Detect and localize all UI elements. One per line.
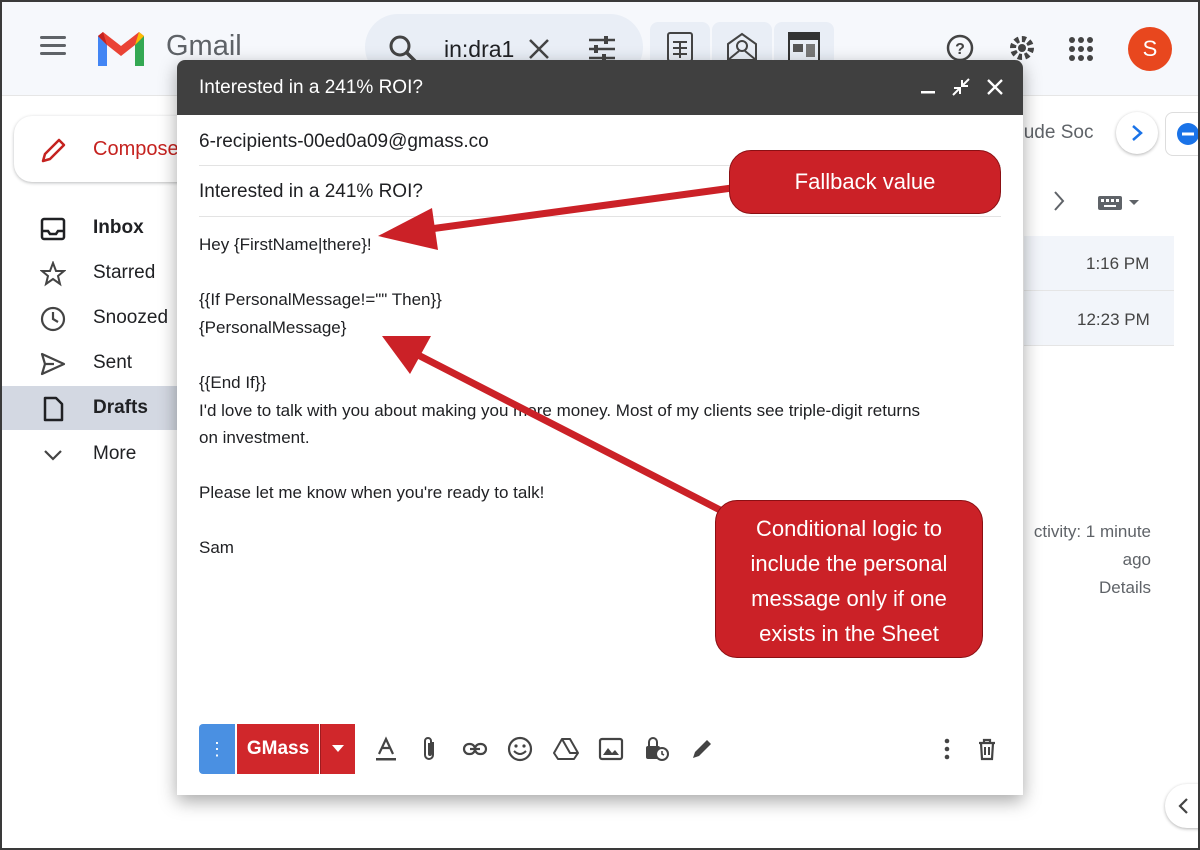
annotation-arrows bbox=[378, 184, 736, 515]
fallback-callout: Fallback value bbox=[729, 150, 1001, 214]
conditional-arrow bbox=[382, 336, 726, 515]
fallback-arrow bbox=[378, 184, 736, 250]
conditional-logic-callout: Conditional logic to include the persona… bbox=[715, 500, 983, 658]
